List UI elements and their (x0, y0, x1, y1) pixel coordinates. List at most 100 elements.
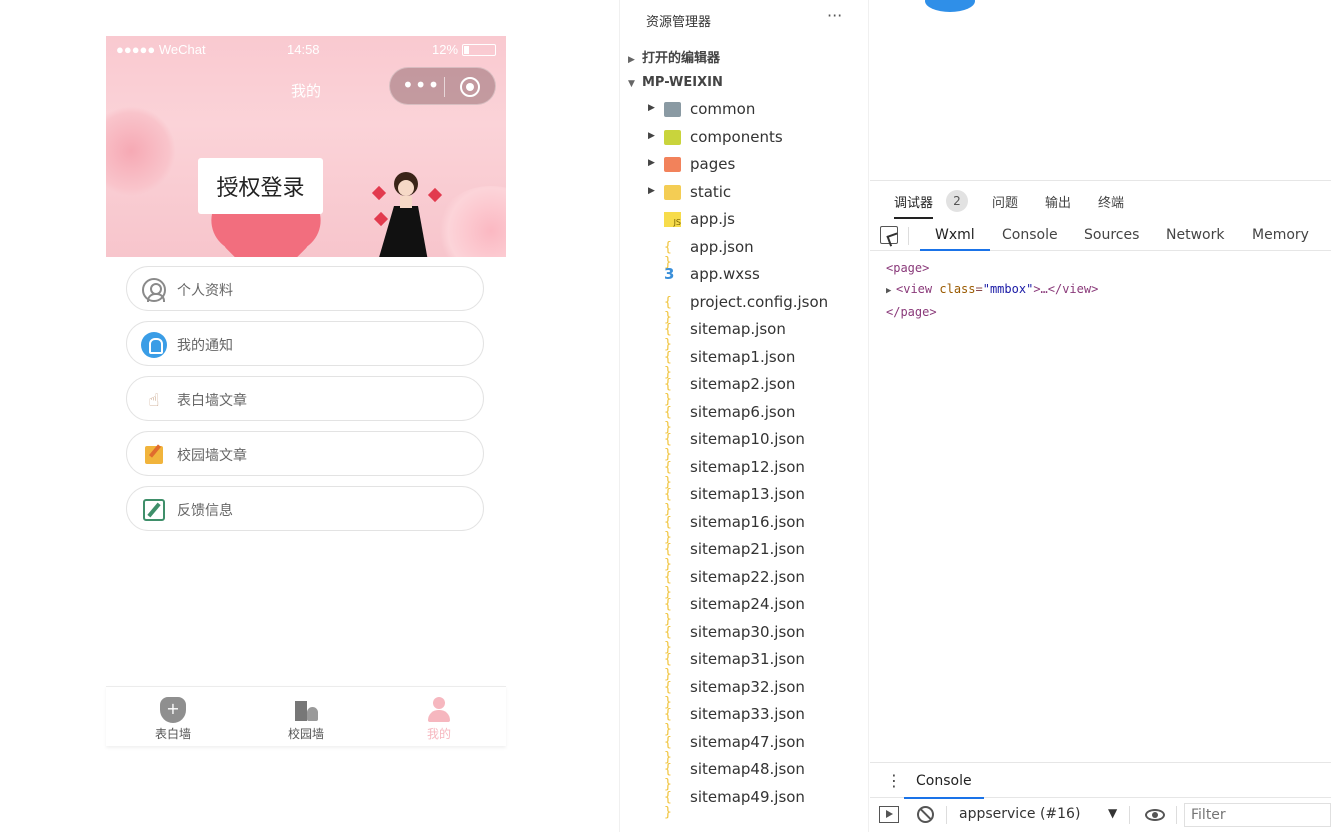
context-selector[interactable]: appservice (#16) (959, 806, 1080, 822)
console-filter-input[interactable] (1184, 803, 1331, 827)
tree-file[interactable]: { } app.json (648, 235, 863, 270)
toolbar-divider (908, 227, 909, 245)
clock: 14:58 (287, 42, 320, 57)
tree-folder[interactable]: ▶ pages (648, 152, 863, 178)
menu-item-label: 个人资料 (177, 283, 233, 299)
tree-file[interactable]: { } project.config.json (648, 290, 863, 325)
tab-network[interactable]: Network (1166, 227, 1224, 243)
menu-item-feedback[interactable]: 反馈信息 (126, 486, 484, 531)
cropped-logo (925, 0, 975, 12)
tree-file[interactable]: { } sitemap16.json (648, 510, 863, 545)
tree-file[interactable]: { } sitemap33.json (648, 702, 863, 737)
tab-memory[interactable]: Memory (1252, 227, 1309, 243)
tab-label: 表白墙 (154, 727, 191, 741)
wxml-node-page-close[interactable]: </page> (886, 302, 1098, 323)
edit-icon (141, 442, 167, 468)
drawer-menu-icon[interactable]: ⋮ (886, 771, 902, 790)
tree-file[interactable]: { } sitemap6.json (648, 400, 863, 435)
caret-down-icon[interactable]: ▼ (1108, 806, 1117, 820)
tab-confession-wall[interactable]: 表白墙 (123, 693, 223, 745)
file-name: app.wxss (690, 265, 760, 283)
tree-file[interactable]: { } sitemap.json (648, 317, 863, 352)
file-name: sitemap22.json (690, 567, 805, 586)
tab-label: 我的 (426, 727, 451, 741)
open-editors-section[interactable]: ▶ 打开的编辑器 (628, 47, 720, 66)
menu-item-confession-articles[interactable]: ☝ 表白墙文章 (126, 376, 484, 421)
tree-file[interactable]: { } sitemap30.json (648, 620, 863, 655)
tree-file[interactable]: { } sitemap31.json (648, 647, 863, 682)
profile-menu: 个人资料 我的通知 ☝ 表白墙文章 校园墙文章 反馈信息 (126, 266, 484, 541)
tree-file[interactable]: 3 app.wxss (648, 262, 863, 288)
battery-icon (462, 44, 496, 56)
json-file-icon: { } (664, 789, 672, 820)
tree-file[interactable]: { } sitemap2.json (648, 372, 863, 407)
tree-file[interactable]: { } sitemap21.json (648, 537, 863, 572)
tree-folder[interactable]: ▶ common (648, 97, 863, 123)
json-file-icon: { } (664, 294, 672, 325)
expand-triangle-icon[interactable]: ▶ (886, 281, 896, 302)
mini-program-capsule[interactable]: ••• (389, 67, 496, 105)
wxml-node-page-open[interactable]: <page> (886, 258, 1098, 279)
capsule-divider (444, 77, 445, 97)
authorize-login-button[interactable]: 授权登录 (198, 158, 323, 214)
json-file-icon: { } (664, 734, 672, 765)
file-explorer: 资源管理器 ··· ▶ 打开的编辑器 ▼ MP-WEIXIN ▶ common ▶ com… (619, 0, 869, 832)
more-dots-icon[interactable]: ••• (402, 75, 439, 99)
tree-file[interactable]: JS app.js (648, 207, 863, 233)
toolbar-divider (946, 806, 947, 824)
console-drawer-header: ⋮ Console (870, 762, 1331, 799)
tree-file[interactable]: { } sitemap49.json (648, 785, 863, 820)
json-file-icon: { } (664, 624, 672, 655)
tab-terminal[interactable]: 终端 (1098, 192, 1124, 211)
tree-folder[interactable]: ▶ static (648, 180, 863, 206)
inspect-element-icon[interactable] (880, 226, 898, 244)
tree-folder[interactable]: ▶ components (648, 125, 863, 151)
file-name: common (690, 100, 756, 118)
file-name: sitemap33.json (690, 705, 805, 723)
file-name: sitemap16.json (690, 512, 805, 531)
tab-console[interactable]: Console (1002, 227, 1058, 243)
tab-debugger[interactable]: 调试器 (894, 192, 934, 219)
json-file-icon: { } (664, 679, 672, 710)
tree-file[interactable]: { } sitemap1.json (648, 345, 863, 380)
tab-campus-wall[interactable]: 校园墙 (256, 693, 356, 745)
tree-file[interactable]: { } sitemap47.json (648, 730, 863, 765)
close-record-icon[interactable] (460, 77, 480, 97)
tab-mine[interactable]: 我的 (389, 693, 489, 745)
clear-console-icon[interactable] (917, 806, 934, 823)
more-actions-icon[interactable]: ··· (827, 6, 842, 25)
chevron-right-icon: ▶ (648, 158, 655, 168)
tree-file[interactable]: { } sitemap22.json (648, 565, 863, 600)
chevron-down-icon: ▼ (628, 79, 635, 89)
menu-item-profile[interactable]: 个人资料 (126, 266, 484, 311)
tree-file[interactable]: { } sitemap12.json (648, 455, 863, 490)
json-file-icon: { } (664, 542, 672, 572)
tab-wxml[interactable]: Wxml (920, 227, 990, 251)
menu-item-label: 我的通知 (177, 338, 233, 354)
tab-output[interactable]: 输出 (1045, 192, 1071, 211)
menu-item-notifications[interactable]: 我的通知 (126, 321, 484, 366)
tab-sources[interactable]: Sources (1084, 227, 1139, 243)
json-file-icon: { } (664, 404, 672, 435)
json-file-icon: { } (664, 349, 672, 380)
menu-item-campus-articles[interactable]: 校园墙文章 (126, 431, 484, 476)
tree-file[interactable]: { } sitemap10.json (648, 427, 863, 462)
menu-item-label: 校园墙文章 (177, 448, 247, 464)
tree-file[interactable]: { } sitemap48.json (648, 757, 863, 792)
css-file-icon: 3 (664, 265, 675, 283)
tab-problems[interactable]: 问题 (992, 192, 1018, 211)
file-name: sitemap31.json (690, 650, 805, 668)
tree-file[interactable]: { } sitemap32.json (648, 675, 863, 710)
drawer-tab-console[interactable]: Console (904, 773, 984, 799)
bell-icon (141, 332, 167, 358)
project-section[interactable]: ▼ MP-WEIXIN (628, 75, 723, 90)
live-expression-eye-icon[interactable] (1145, 809, 1165, 821)
tree-file[interactable]: { } sitemap13.json (648, 482, 863, 517)
wxml-node-view[interactable]: ▶ <view class="mmbox">…</view> (886, 279, 1098, 302)
file-name: app.js (690, 210, 735, 228)
tree-file[interactable]: { } sitemap24.json (648, 592, 863, 627)
toggle-sidebar-icon[interactable] (879, 806, 899, 823)
file-name: sitemap6.json (690, 402, 796, 421)
file-name: sitemap2.json (690, 375, 796, 393)
file-name: sitemap48.json (690, 760, 805, 778)
